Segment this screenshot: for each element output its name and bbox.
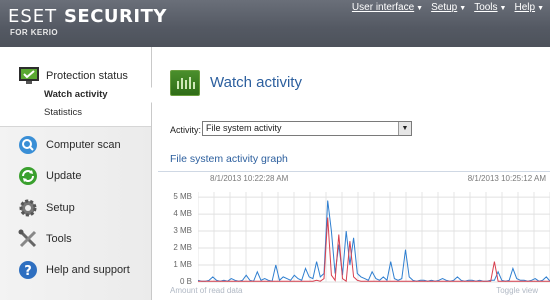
sidebar-item-label: Update	[46, 170, 82, 182]
menu-user-interface-label: User interface	[351, 2, 415, 13]
brand-security: SECURITY	[63, 6, 167, 27]
y-tick-label: 0 B	[179, 277, 192, 286]
menu-help-label: Help	[514, 2, 536, 13]
activity-select[interactable]: File system activity ▼	[202, 121, 412, 136]
sidebar-section-protection: Protection status Watch activity Statist…	[0, 47, 159, 127]
sidebar-item-protection-status[interactable]: Protection status	[18, 65, 128, 87]
sidebar-item-computer-scan[interactable]: Computer scan	[18, 134, 121, 156]
top-menu: User interface ▼ Setup ▼ Tools ▼ Help ▼	[352, 2, 544, 13]
toggle-view-link[interactable]: Toggle view	[496, 286, 538, 295]
app-header: ESET SECURITY FOR KERIO User interface ▼ …	[0, 0, 550, 47]
sidebar-item-label: Computer scan	[46, 139, 121, 151]
tools-icon	[18, 229, 38, 249]
menu-tools[interactable]: Tools ▼	[474, 2, 506, 13]
y-tick-label: 2 MB	[173, 243, 192, 253]
graph-title: File system activity graph	[170, 153, 288, 165]
activity-graph-icon	[170, 70, 200, 96]
activity-chart	[198, 192, 550, 283]
chevron-down-icon: ▼	[537, 5, 544, 12]
brand-subtitle: FOR KERIO	[10, 28, 59, 37]
graph-start-date: 8/1/2013 10:22:28 AM	[210, 174, 289, 183]
chevron-down-icon: ▼	[459, 5, 467, 12]
update-arrows-icon	[18, 166, 38, 186]
activity-label: Activity:	[170, 125, 202, 135]
sidebar-item-label: Setup	[46, 202, 75, 214]
eset-logo: ESET SECURITY	[8, 6, 167, 27]
graph-legend: Amount of read data	[170, 286, 243, 295]
sidebar-item-label: Help and support	[46, 264, 130, 276]
y-tick-label: 4 MB	[173, 209, 192, 219]
main-panel: Watch activity Activity: File system act…	[152, 47, 550, 300]
activity-select-value: File system activity	[206, 123, 282, 133]
brand-eset: ESET	[8, 6, 58, 27]
magnifier-icon	[18, 135, 38, 155]
sidebar-item-tools[interactable]: Tools	[18, 228, 72, 250]
sidebar-item-setup[interactable]: Setup	[18, 197, 75, 219]
sidebar-item-label: Protection status	[46, 70, 128, 82]
chevron-down-icon: ▼	[416, 5, 424, 12]
activity-graph: 8/1/2013 10:22:28 AM 8/1/2013 10:25:12 A…	[158, 171, 550, 300]
help-icon: ?	[18, 260, 38, 280]
graph-end-date: 8/1/2013 10:25:12 AM	[467, 174, 546, 183]
sidebar: Protection status Watch activity Statist…	[0, 47, 159, 300]
svg-text:?: ?	[24, 264, 32, 279]
y-tick-label: 5 MB	[173, 192, 192, 202]
sidebar-item-help[interactable]: ? Help and support	[18, 259, 130, 281]
page-title: Watch activity	[210, 74, 302, 91]
menu-tools-label: Tools	[474, 2, 498, 13]
menu-setup-label: Setup	[431, 2, 458, 13]
chevron-down-icon: ▼	[398, 122, 411, 135]
sidebar-item-label: Tools	[46, 233, 72, 245]
menu-user-interface[interactable]: User interface ▼	[352, 2, 423, 13]
menu-help[interactable]: Help ▼	[514, 2, 544, 13]
y-tick-label: 1 MB	[173, 260, 192, 270]
sidebar-item-update[interactable]: Update	[18, 165, 81, 187]
sidebar-item-watch-activity[interactable]: Watch activity	[44, 89, 108, 100]
y-tick-label: 3 MB	[173, 226, 192, 236]
chevron-down-icon: ▼	[499, 5, 507, 12]
menu-setup[interactable]: Setup ▼	[431, 2, 466, 13]
monitor-check-icon	[18, 66, 39, 86]
gear-icon	[18, 198, 38, 218]
sidebar-item-statistics[interactable]: Statistics	[44, 107, 82, 118]
